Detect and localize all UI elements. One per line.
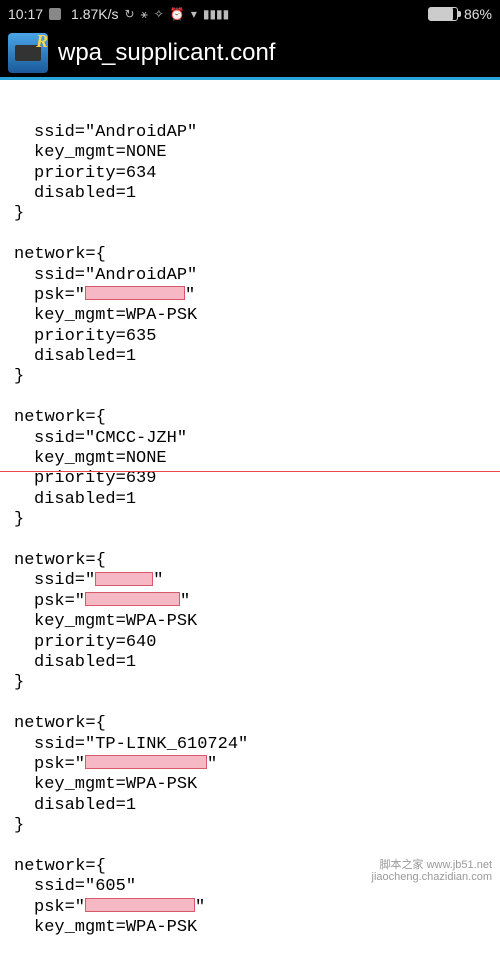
sync-icon: ↻	[125, 7, 135, 21]
redacted-value	[85, 592, 180, 606]
highlight-line	[0, 471, 500, 472]
code-line: network={	[0, 408, 500, 428]
code-line: disabled=1	[0, 653, 500, 673]
code-line	[0, 388, 500, 408]
code-line: disabled=1	[0, 490, 500, 510]
code-line: disabled=1	[0, 184, 500, 204]
code-line: disabled=1	[0, 347, 500, 367]
redacted-value	[85, 286, 185, 300]
code-line: key_mgmt=WPA-PSK	[0, 775, 500, 795]
code-line: key_mgmt=WPA-PSK	[0, 612, 500, 632]
watermark-line2: jiaocheng.chazidian.com	[372, 871, 492, 883]
code-line: priority=639	[0, 469, 500, 489]
code-line: network={	[0, 245, 500, 265]
code-line: ssid="AndroidAP"	[0, 266, 500, 286]
app-title: wpa_supplicant.conf	[58, 39, 275, 67]
vibrate-icon: ✧	[154, 7, 164, 21]
code-line: ssid="CMCC-JZH"	[0, 429, 500, 449]
status-left: 10:17	[8, 6, 61, 22]
code-line: key_mgmt=NONE	[0, 143, 500, 163]
status-mid: 1.87K/s ↻ ⚹ ✧ ⏰ ▾ ▮▮▮▮	[71, 6, 229, 22]
code-line: }	[0, 816, 500, 836]
status-bar: 10:17 1.87K/s ↻ ⚹ ✧ ⏰ ▾ ▮▮▮▮ 86%	[0, 0, 500, 28]
battery-pct: 86%	[464, 6, 492, 22]
battery-icon	[428, 7, 458, 21]
code-line: psk=""	[0, 755, 500, 775]
code-line: ssid=""	[0, 571, 500, 591]
code-line: psk=""	[0, 898, 500, 918]
alarm-icon: ⏰	[170, 7, 185, 21]
code-line: network={	[0, 551, 500, 571]
code-line	[0, 225, 500, 245]
code-line: key_mgmt=WPA-PSK	[0, 918, 500, 938]
redacted-value	[95, 572, 153, 586]
code-line	[0, 531, 500, 551]
file-content[interactable]: ssid="AndroidAP"key_mgmt=NONEpriority=63…	[0, 80, 500, 961]
code-line	[0, 694, 500, 714]
code-line: network={	[0, 714, 500, 734]
watermark: 脚本之家 www.jb51.net jiaocheng.chazidian.co…	[372, 859, 492, 883]
code-line: ssid="AndroidAP"	[0, 123, 500, 143]
code-line: priority=635	[0, 327, 500, 347]
code-line	[0, 836, 500, 856]
app-header: R wpa_supplicant.conf	[0, 28, 500, 80]
code-line: key_mgmt=WPA-PSK	[0, 306, 500, 326]
redacted-value	[85, 898, 195, 912]
status-right: 86%	[428, 6, 492, 22]
code-line: }	[0, 510, 500, 530]
code-line: priority=640	[0, 633, 500, 653]
code-line: }	[0, 204, 500, 224]
watermark-line1: 脚本之家 www.jb51.net	[372, 859, 492, 871]
code-line: }	[0, 367, 500, 387]
code-line: }	[0, 673, 500, 693]
app-icon[interactable]: R	[8, 33, 48, 73]
app-icon-letter: R	[36, 31, 48, 52]
code-line: psk=""	[0, 592, 500, 612]
status-time: 10:17	[8, 6, 43, 22]
signal-icon: ▮▮▮▮	[203, 7, 229, 21]
code-line: ssid="TP-LINK_610724"	[0, 735, 500, 755]
code-line: disabled=1	[0, 796, 500, 816]
code-line: key_mgmt=NONE	[0, 449, 500, 469]
battery-fill	[429, 8, 453, 20]
status-speed: 1.87K/s	[71, 6, 118, 22]
code-line: priority=634	[0, 164, 500, 184]
notification-icon	[49, 8, 61, 20]
redacted-value	[85, 755, 207, 769]
wifi-icon: ▾	[191, 7, 197, 21]
bluetooth-icon: ⚹	[141, 7, 148, 22]
code-line: psk=""	[0, 286, 500, 306]
